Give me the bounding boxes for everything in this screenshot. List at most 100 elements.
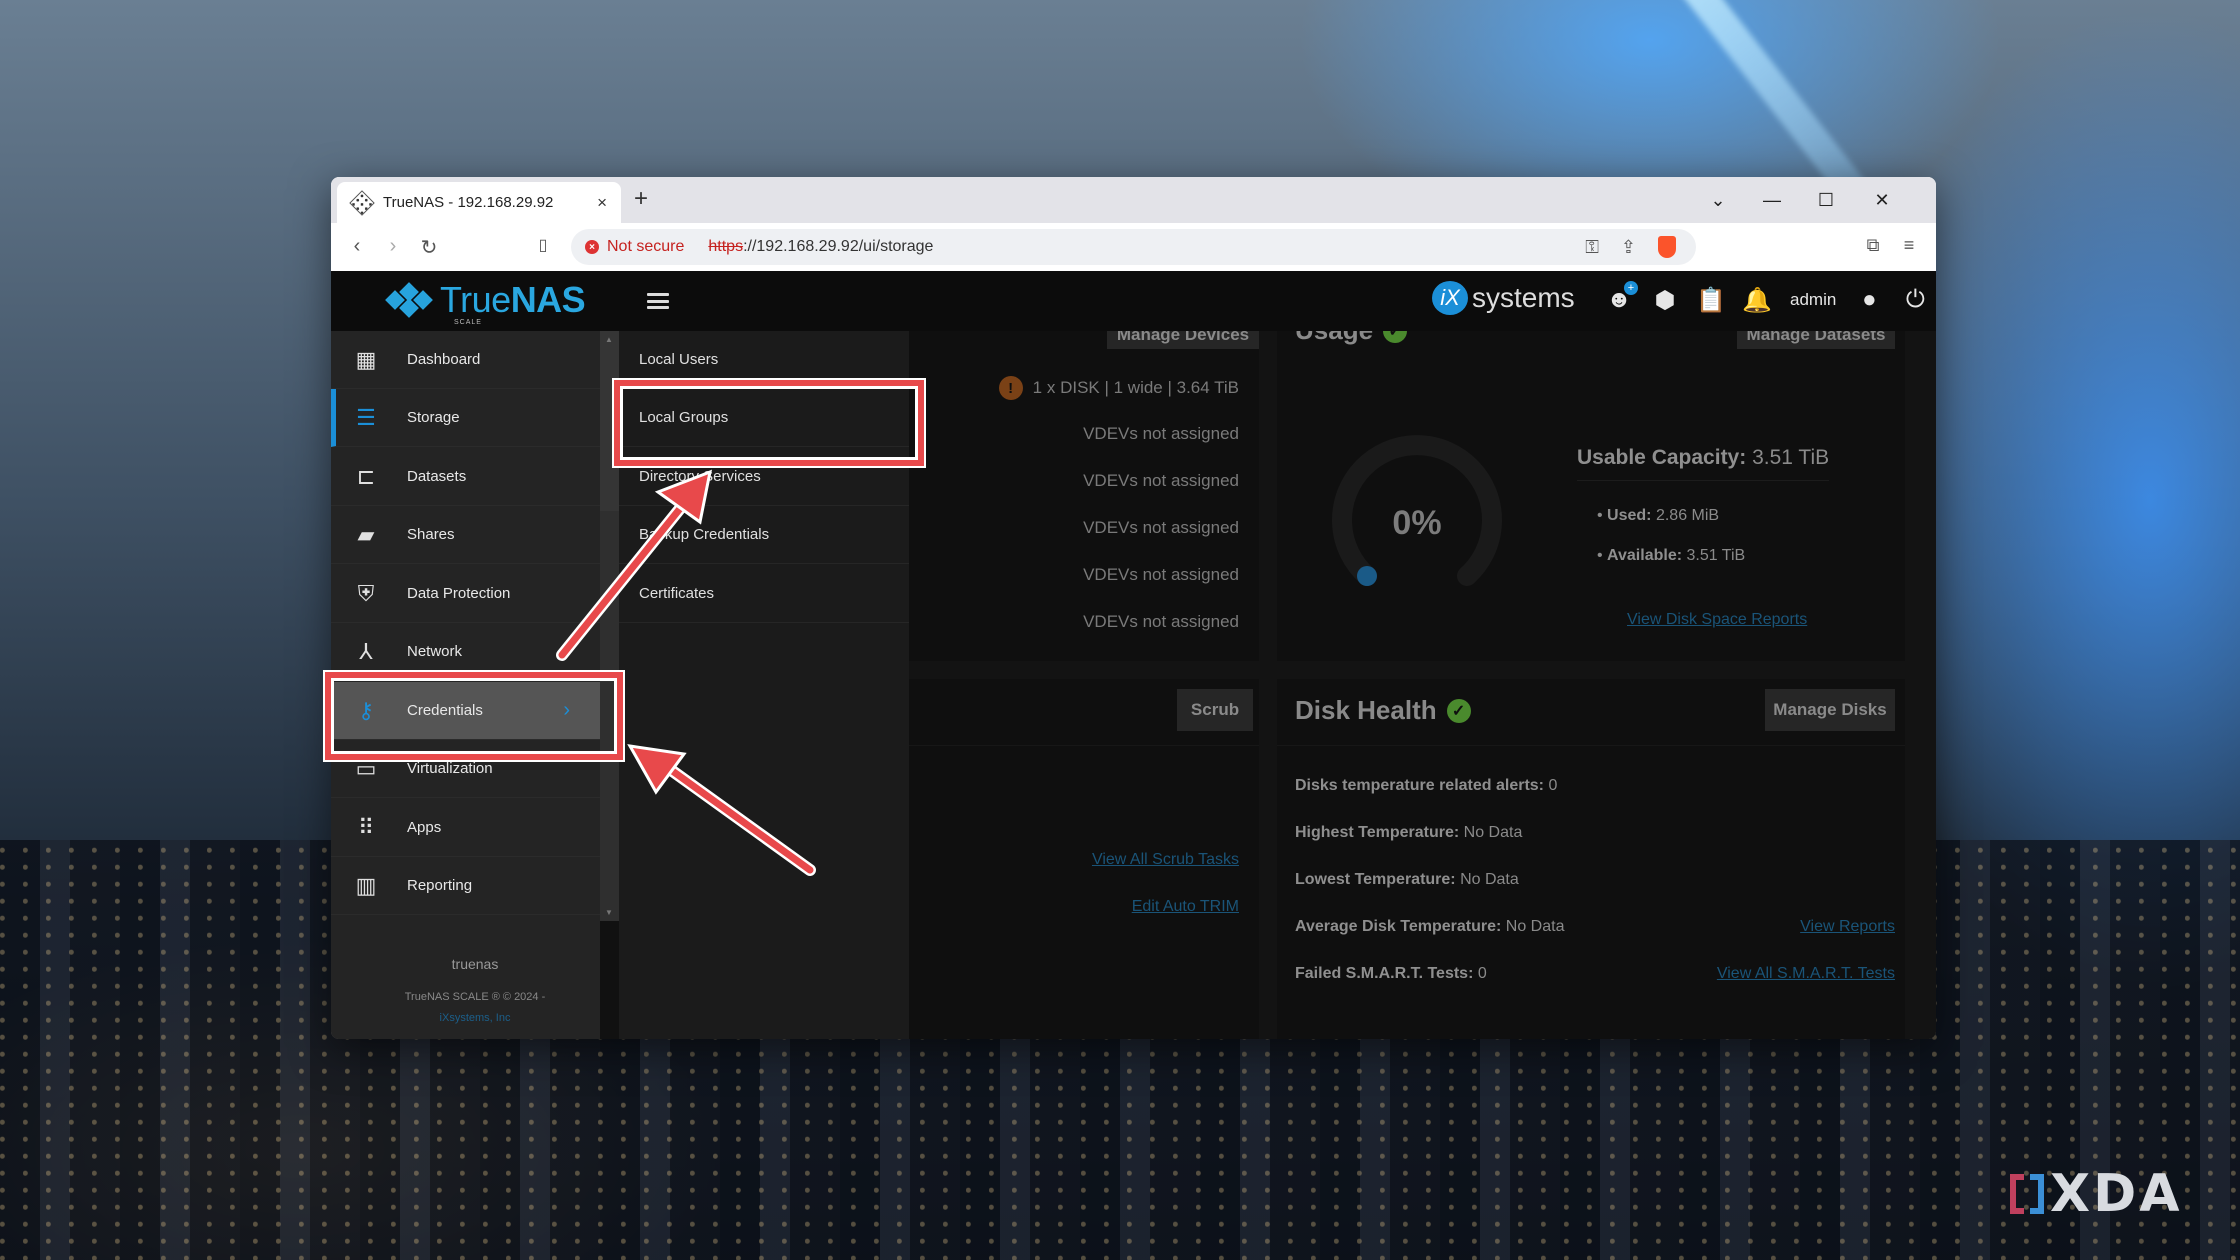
scrub-button[interactable]: Scrub bbox=[1177, 689, 1253, 731]
truecommand-icon[interactable]: ⬢ bbox=[1652, 285, 1678, 315]
sidebar-item-dashboard[interactable]: ▦ Dashboard bbox=[331, 331, 600, 389]
company-link[interactable]: iXsystems, Inc bbox=[331, 1012, 619, 1024]
divider bbox=[909, 745, 1259, 746]
truenas-app: TrueNAS SCALE iX systems ☻ + ⬢ 📋 🔔 admin … bbox=[331, 271, 1936, 1039]
share-icon[interactable]: ⇪ bbox=[1621, 237, 1636, 258]
submenu-item-label: Local Users bbox=[639, 351, 719, 368]
topology-log: VDEVs not assigned bbox=[1083, 471, 1239, 490]
sidebar-item-shares[interactable]: ▰ Shares bbox=[331, 506, 600, 564]
scroll-down-icon[interactable]: ▼ bbox=[605, 908, 613, 917]
sidebar-item-data-protection[interactable]: ⛨ Data Protection bbox=[331, 565, 600, 623]
sidebar-item-label: Reporting bbox=[407, 877, 473, 894]
edit-auto-trim-link[interactable]: Edit Auto TRIM bbox=[1132, 898, 1239, 916]
submenu-item-local-users[interactable]: Local Users bbox=[619, 331, 909, 389]
submenu-item-directory-services[interactable]: Directory Services bbox=[619, 448, 909, 506]
password-key-icon[interactable]: ⚿ bbox=[1585, 237, 1599, 258]
row-label: Highest Temperature: bbox=[1295, 824, 1460, 841]
header-actions: ☻ + ⬢ 📋 🔔 admin ● ⏻ bbox=[1606, 281, 1928, 315]
maximize-button[interactable]: ☐ bbox=[1799, 177, 1853, 223]
disk-health-title-text: Disk Health bbox=[1295, 695, 1437, 725]
hostname: truenas bbox=[451, 956, 499, 972]
row-label: Lowest Temperature: bbox=[1295, 871, 1456, 888]
security-label[interactable]: Not secure bbox=[607, 238, 684, 256]
edition-label: SCALE bbox=[454, 319, 482, 326]
power-icon[interactable]: ⏻ bbox=[1902, 285, 1928, 315]
close-window-button[interactable]: ✕ bbox=[1855, 177, 1909, 223]
used-label: Used: bbox=[1607, 507, 1652, 524]
sidebar-scrollbar[interactable]: ▲ ▼ bbox=[600, 331, 619, 921]
zfs-health-card: Scrub View All Scrub Tasks Edit Auto TRI… bbox=[909, 679, 1259, 1039]
reload-button[interactable]: ↻ bbox=[417, 235, 441, 260]
ix-logo-text: systems bbox=[1472, 282, 1575, 313]
tab-close-icon[interactable]: × bbox=[597, 193, 607, 213]
url-text: ://192.168.29.92/ui/storage bbox=[743, 238, 934, 255]
disk-health-row: Disks temperature related alerts: 0 bbox=[1295, 777, 1557, 795]
jobs-clipboard-icon[interactable]: 📋 bbox=[1696, 285, 1726, 315]
submenu-item-label: Certificates bbox=[639, 585, 715, 602]
row-value: No Data bbox=[1505, 918, 1565, 935]
network-icon: ⅄ bbox=[359, 638, 373, 664]
notifications-bell-icon[interactable]: 🔔 bbox=[1742, 285, 1772, 315]
sidebar-item-network[interactable]: ⅄ Network bbox=[331, 623, 600, 681]
submenu-item-certificates[interactable]: Certificates bbox=[619, 565, 909, 623]
sidebar-item-label: Credentials bbox=[407, 702, 483, 719]
xda-bracket-right-icon bbox=[2030, 1174, 2044, 1214]
copyright: TrueNAS SCALE ® © 2024 - bbox=[404, 991, 546, 1003]
sidebar-item-storage[interactable]: ☰ Storage bbox=[331, 389, 600, 447]
sidebar-item-label: Virtualization bbox=[407, 760, 493, 777]
shield-icon: ⛨ bbox=[357, 580, 375, 606]
row-label: Average Disk Temperature: bbox=[1295, 918, 1502, 935]
gauge-percent: 0% bbox=[1392, 504, 1441, 542]
scroll-up-icon[interactable]: ▲ bbox=[605, 335, 613, 344]
used-row: • Used: 2.86 MiB bbox=[1597, 507, 1720, 524]
manage-devices-button[interactable]: Manage Devices bbox=[1107, 331, 1259, 349]
row-value: 0 bbox=[1548, 777, 1558, 794]
brave-shields-icon[interactable] bbox=[1658, 236, 1676, 258]
credentials-submenu: Local Users Local Groups Directory Servi… bbox=[619, 331, 909, 1039]
scrollbar-thumb[interactable] bbox=[600, 331, 619, 511]
ixsystems-logo[interactable]: iX systems bbox=[1432, 281, 1575, 315]
view-smart-tests-link[interactable]: View All S.M.A.R.T. Tests bbox=[1717, 965, 1895, 983]
extensions-icon[interactable]: ⧉ bbox=[1861, 235, 1885, 256]
view-disk-space-reports-link[interactable]: View Disk Space Reports bbox=[1627, 611, 1807, 629]
url-bar[interactable]: × Not secure https ://192.168.29.92/ui/s… bbox=[571, 229, 1696, 265]
account-icon[interactable]: ● bbox=[1856, 285, 1882, 315]
disk-health-title: Disk Health ✓ bbox=[1295, 695, 1471, 726]
browser-tab[interactable]: TrueNAS - 192.168.29.92 × bbox=[337, 182, 621, 223]
browser-menu-icon[interactable]: ≡ bbox=[1897, 235, 1921, 256]
feedback-icon[interactable]: ☻ + bbox=[1606, 281, 1638, 315]
submenu-item-label: Backup Credentials bbox=[639, 526, 770, 543]
sidebar-item-apps[interactable]: ⠿ Apps bbox=[331, 799, 600, 857]
sidebar-item-datasets[interactable]: ⊏ Datasets bbox=[331, 448, 600, 506]
sidebar-item-virtualization[interactable]: ▭ Virtualization bbox=[331, 740, 600, 798]
manage-disks-button[interactable]: Manage Disks bbox=[1765, 689, 1895, 731]
sidebar-item-credentials[interactable]: ⚷ Credentials › bbox=[331, 682, 600, 740]
tab-search-dropdown-icon[interactable]: ⌄ bbox=[1691, 177, 1745, 223]
forward-button[interactable]: › bbox=[381, 235, 405, 258]
username-label[interactable]: admin bbox=[1790, 290, 1836, 310]
storage-icon: ☰ bbox=[356, 404, 376, 430]
usage-card: Usage ✓ Manage Datasets 0% Usable Capaci… bbox=[1277, 331, 1905, 661]
truenas-logo[interactable]: TrueNAS SCALE bbox=[385, 279, 586, 326]
submenu-item-local-groups[interactable]: Local Groups bbox=[619, 389, 909, 447]
view-reports-link[interactable]: View Reports bbox=[1800, 918, 1895, 936]
manage-datasets-button[interactable]: Manage Datasets bbox=[1737, 331, 1895, 349]
bookmark-icon[interactable]: ▯ bbox=[531, 235, 555, 255]
usable-capacity-label: Usable Capacity: bbox=[1577, 446, 1747, 469]
menu-toggle-icon[interactable] bbox=[647, 293, 669, 309]
submenu-item-backup-credentials[interactable]: Backup Credentials bbox=[619, 506, 909, 564]
back-button[interactable]: ‹ bbox=[345, 235, 369, 258]
dashboard-icon: ▦ bbox=[355, 346, 377, 372]
laptop-icon: ▭ bbox=[355, 755, 377, 781]
sidebar-item-label: Dashboard bbox=[407, 351, 481, 368]
apps-grid-icon: ⠿ bbox=[357, 814, 375, 840]
disk-health-row: Lowest Temperature: No Data bbox=[1295, 871, 1519, 889]
usable-capacity: Usable Capacity: 3.51 TiB bbox=[1577, 446, 1830, 481]
url-scheme: https bbox=[708, 238, 744, 255]
minimize-button[interactable]: — bbox=[1745, 177, 1799, 223]
disk-health-row: Average Disk Temperature: No Data bbox=[1295, 918, 1564, 936]
new-tab-button[interactable]: + bbox=[634, 185, 648, 213]
view-all-scrub-tasks-link[interactable]: View All Scrub Tasks bbox=[1092, 851, 1239, 869]
sidebar-item-reporting[interactable]: ▥ Reporting bbox=[331, 857, 600, 915]
topology-dedup: VDEVs not assigned bbox=[1083, 612, 1239, 631]
